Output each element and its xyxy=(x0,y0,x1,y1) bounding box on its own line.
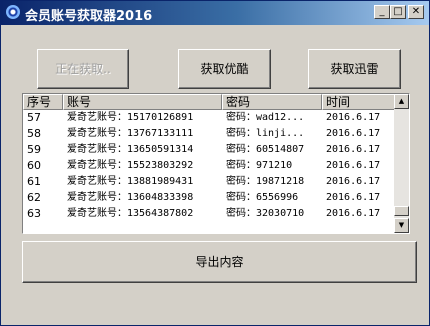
row-password: 密码：linji... xyxy=(226,128,305,139)
table-row[interactable]: 61 爱奇艺账号：13881989431 密码：19871218 2016.6.… xyxy=(23,174,395,190)
column-header-account[interactable]: 账号 xyxy=(63,94,222,110)
fetching-button-label: 正在获取.. xyxy=(55,62,111,76)
export-content-button-label: 导出内容 xyxy=(195,255,244,269)
table-row[interactable]: 62 爱奇艺账号：13604833398 密码：6556996 2016.6.1… xyxy=(23,190,395,206)
scroll-thumb[interactable] xyxy=(394,206,409,216)
row-time: 2016.6.17 xyxy=(326,176,381,187)
window-title: 会员账号获取器2016 xyxy=(25,9,153,24)
row-account: 爱奇艺账号：13767133111 xyxy=(67,128,194,139)
row-account: 爱奇艺账号：15170126891 xyxy=(67,112,194,123)
table-row[interactable]: 58 爱奇艺账号：13767133111 密码：linji... 2016.6.… xyxy=(23,126,395,142)
row-index: 58 xyxy=(27,127,41,140)
row-index: 57 xyxy=(27,111,41,124)
row-account: 爱奇艺账号：13881989431 xyxy=(67,176,194,187)
row-index: 60 xyxy=(27,159,41,172)
row-account: 爱奇艺账号：13650591314 xyxy=(67,144,194,155)
minimize-button[interactable]: _ xyxy=(374,5,390,19)
row-index: 61 xyxy=(27,175,41,188)
row-account: 爱奇艺账号：15523803292 xyxy=(67,160,194,171)
get-xunlei-button[interactable]: 获取迅雷 xyxy=(308,49,401,89)
row-time: 2016.6.17 xyxy=(326,208,381,219)
title-bar[interactable]: 会员账号获取器2016 _ □ ✕ xyxy=(1,1,429,25)
row-index: 63 xyxy=(27,207,41,220)
row-password: 密码：971210 xyxy=(226,160,293,171)
app-icon xyxy=(6,5,20,19)
table-row[interactable]: 59 爱奇艺账号：13650591314 密码：60514807 2016.6.… xyxy=(23,142,395,158)
row-password: 密码：6556996 xyxy=(226,192,299,203)
row-index: 62 xyxy=(27,191,41,204)
column-header-index[interactable]: 序号 xyxy=(23,94,63,110)
row-password: 密码：19871218 xyxy=(226,176,305,187)
row-time: 2016.6.17 xyxy=(326,192,381,203)
scroll-down-arrow-icon[interactable]: ▼ xyxy=(394,218,409,233)
get-xunlei-button-label: 获取迅雷 xyxy=(330,62,379,76)
row-password: 密码：60514807 xyxy=(226,144,305,155)
column-header-time[interactable]: 时间 xyxy=(322,94,395,110)
list-header: 序号 账号 密码 时间 xyxy=(23,94,395,110)
row-time: 2016.6.17 xyxy=(326,160,381,171)
row-password: 密码：wad12... xyxy=(226,112,305,123)
get-youku-button-label: 获取优酷 xyxy=(200,62,249,76)
column-header-password[interactable]: 密码 xyxy=(222,94,322,110)
maximize-button[interactable]: □ xyxy=(390,5,406,19)
row-index: 59 xyxy=(27,143,41,156)
close-button[interactable]: ✕ xyxy=(408,5,424,19)
row-time: 2016.6.17 xyxy=(326,144,381,155)
row-password: 密码：32030710 xyxy=(226,208,305,219)
table-row[interactable]: 57 爱奇艺账号：15170126891 密码：wad12... 2016.6.… xyxy=(23,110,395,126)
export-content-button[interactable]: 导出内容 xyxy=(22,241,417,283)
table-row[interactable]: 63 爱奇艺账号：13564387802 密码：32030710 2016.6.… xyxy=(23,206,395,222)
row-account: 爱奇艺账号：13604833398 xyxy=(67,192,194,203)
vertical-scrollbar[interactable]: ▲ ▼ xyxy=(394,94,409,233)
accounts-list[interactable]: 序号 账号 密码 时间 57 爱奇艺账号：15170126891 密码：wad1… xyxy=(22,93,410,234)
scroll-up-arrow-icon[interactable]: ▲ xyxy=(394,94,409,109)
table-row[interactable]: 60 爱奇艺账号：15523803292 密码：971210 2016.6.17 xyxy=(23,158,395,174)
row-time: 2016.6.17 xyxy=(326,112,381,123)
row-time: 2016.6.17 xyxy=(326,128,381,139)
row-account: 爱奇艺账号：13564387802 xyxy=(67,208,194,219)
fetching-button[interactable]: 正在获取.. xyxy=(37,49,129,89)
get-youku-button[interactable]: 获取优酷 xyxy=(178,49,271,89)
app-window: 会员账号获取器2016 _ □ ✕ 正在获取.. 获取优酷 获取迅雷 序号 账号… xyxy=(0,0,430,326)
